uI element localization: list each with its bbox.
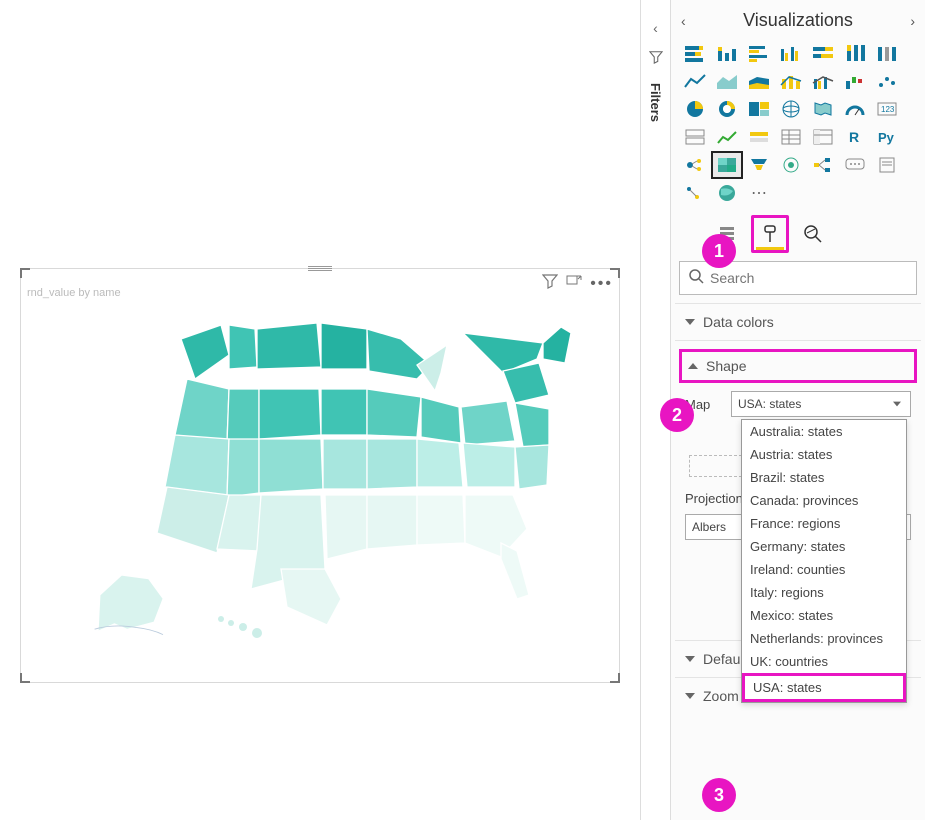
map-option[interactable]: Netherlands: provinces bbox=[742, 627, 906, 650]
svg-text:Py: Py bbox=[878, 130, 895, 145]
stacked-bar-chart-icon[interactable] bbox=[681, 41, 709, 65]
search-icon bbox=[688, 268, 704, 289]
svg-text:R: R bbox=[849, 129, 859, 145]
chevron-down-icon bbox=[685, 693, 695, 699]
decomposition-tree-icon[interactable] bbox=[809, 153, 837, 177]
matrix-icon[interactable] bbox=[809, 125, 837, 149]
map-option[interactable]: Italy: regions bbox=[742, 581, 906, 604]
chevron-down-icon bbox=[685, 656, 695, 662]
map-option-selected[interactable]: USA: states bbox=[742, 673, 906, 702]
map-option[interactable]: Brazil: states bbox=[742, 466, 906, 489]
pane-title: Visualizations bbox=[743, 10, 853, 31]
qa-visual-icon[interactable] bbox=[841, 153, 869, 177]
chevron-down-icon bbox=[893, 402, 901, 407]
visual-title: rnd_value by name bbox=[27, 287, 121, 299]
smart-narrative-icon[interactable] bbox=[681, 181, 709, 205]
chevron-down-icon bbox=[685, 319, 695, 325]
python-visual-icon[interactable]: Py bbox=[873, 125, 901, 149]
projection-value: Albers bbox=[692, 520, 726, 534]
chevron-up-icon bbox=[688, 363, 698, 369]
map-option[interactable]: Australia: states bbox=[742, 420, 906, 443]
map-option[interactable]: Mexico: states bbox=[742, 604, 906, 627]
pie-chart-icon[interactable] bbox=[681, 97, 709, 121]
paginated-report-icon[interactable] bbox=[873, 153, 901, 177]
annotation-callout-3: 3 bbox=[702, 778, 736, 812]
map-option[interactable]: Austria: states bbox=[742, 443, 906, 466]
visualization-gallery: 123 R Py ⋯ bbox=[675, 37, 921, 209]
focus-mode-icon[interactable] bbox=[566, 273, 582, 294]
chevron-left-icon[interactable]: ‹ bbox=[653, 20, 658, 36]
azure-map-icon[interactable] bbox=[713, 181, 741, 205]
arcgis-icon[interactable] bbox=[777, 153, 805, 177]
ribbon-chart-icon[interactable] bbox=[873, 41, 901, 65]
map-icon[interactable] bbox=[777, 97, 805, 121]
slicer-icon[interactable] bbox=[745, 125, 773, 149]
hundred-stacked-column-icon[interactable] bbox=[841, 41, 869, 65]
get-more-visuals-icon[interactable]: ⋯ bbox=[745, 181, 773, 205]
section-data-colors[interactable]: Data colors bbox=[675, 303, 921, 340]
format-tab-icon[interactable] bbox=[756, 220, 784, 248]
map-option[interactable]: Ireland: counties bbox=[742, 558, 906, 581]
map-type-dropdown[interactable]: USA: states bbox=[731, 391, 911, 417]
map-option[interactable]: Germany: states bbox=[742, 535, 906, 558]
line-stacked-column-icon[interactable] bbox=[777, 69, 805, 93]
resize-handle[interactable] bbox=[20, 673, 30, 683]
clustered-bar-chart-icon[interactable] bbox=[745, 41, 773, 65]
section-shape[interactable]: Shape Map USA: states Australia: states … bbox=[675, 340, 921, 550]
collapse-pane-icon[interactable]: ‹ bbox=[681, 13, 686, 29]
report-canvas[interactable]: ••• rnd_value by name bbox=[0, 0, 640, 820]
key-influencers-icon[interactable] bbox=[681, 153, 709, 177]
kpi-icon[interactable] bbox=[713, 125, 741, 149]
hundred-stacked-bar-icon[interactable] bbox=[809, 41, 837, 65]
resize-handle[interactable] bbox=[20, 268, 30, 278]
map-selected-value: USA: states bbox=[738, 397, 801, 411]
filter-icon[interactable] bbox=[542, 273, 558, 294]
area-chart-icon[interactable] bbox=[713, 69, 741, 93]
card-icon[interactable]: 123 bbox=[873, 97, 901, 121]
donut-chart-icon[interactable] bbox=[713, 97, 741, 121]
filled-map-icon[interactable] bbox=[809, 97, 837, 121]
filters-pane-label: Filters bbox=[648, 83, 663, 122]
map-type-dropdown-list[interactable]: Australia: states Austria: states Brazil… bbox=[741, 419, 907, 703]
line-clustered-column-icon[interactable] bbox=[809, 69, 837, 93]
svg-text:123: 123 bbox=[881, 105, 895, 114]
section-label: Shape bbox=[706, 358, 746, 374]
gauge-icon[interactable] bbox=[841, 97, 869, 121]
annotation-callout-2: 2 bbox=[660, 398, 694, 432]
section-label: Data colors bbox=[703, 314, 774, 330]
shape-map-visual bbox=[71, 299, 591, 659]
multi-row-card-icon[interactable] bbox=[681, 125, 709, 149]
r-visual-icon[interactable]: R bbox=[841, 125, 869, 149]
map-option[interactable]: Canada: provinces bbox=[742, 489, 906, 512]
resize-handle[interactable] bbox=[610, 673, 620, 683]
shape-map-icon[interactable] bbox=[713, 153, 741, 177]
map-option[interactable]: France: regions bbox=[742, 512, 906, 535]
drag-handle[interactable] bbox=[308, 266, 332, 271]
funnel-icon[interactable] bbox=[745, 153, 773, 177]
format-search-input[interactable] bbox=[710, 270, 908, 286]
clustered-column-chart-icon[interactable] bbox=[777, 41, 805, 65]
visualizations-pane: ‹ Visualizations › bbox=[670, 0, 925, 820]
annotation-callout-1: 1 bbox=[702, 234, 736, 268]
section-label: Zoom bbox=[703, 688, 739, 704]
analytics-tab-icon[interactable] bbox=[799, 220, 827, 248]
table-icon[interactable] bbox=[777, 125, 805, 149]
map-option[interactable]: UK: countries bbox=[742, 650, 906, 673]
projection-field-label: Projection bbox=[685, 491, 743, 506]
stacked-area-chart-icon[interactable] bbox=[745, 69, 773, 93]
waterfall-chart-icon[interactable] bbox=[841, 69, 869, 93]
stacked-column-chart-icon[interactable] bbox=[713, 41, 741, 65]
scatter-chart-icon[interactable] bbox=[873, 69, 901, 93]
line-chart-icon[interactable] bbox=[681, 69, 709, 93]
expand-pane-icon[interactable]: › bbox=[910, 13, 915, 29]
visual-container[interactable]: ••• rnd_value by name bbox=[20, 268, 620, 683]
treemap-icon[interactable] bbox=[745, 97, 773, 121]
filter-icon bbox=[649, 50, 663, 69]
more-options-icon[interactable]: ••• bbox=[590, 275, 613, 293]
